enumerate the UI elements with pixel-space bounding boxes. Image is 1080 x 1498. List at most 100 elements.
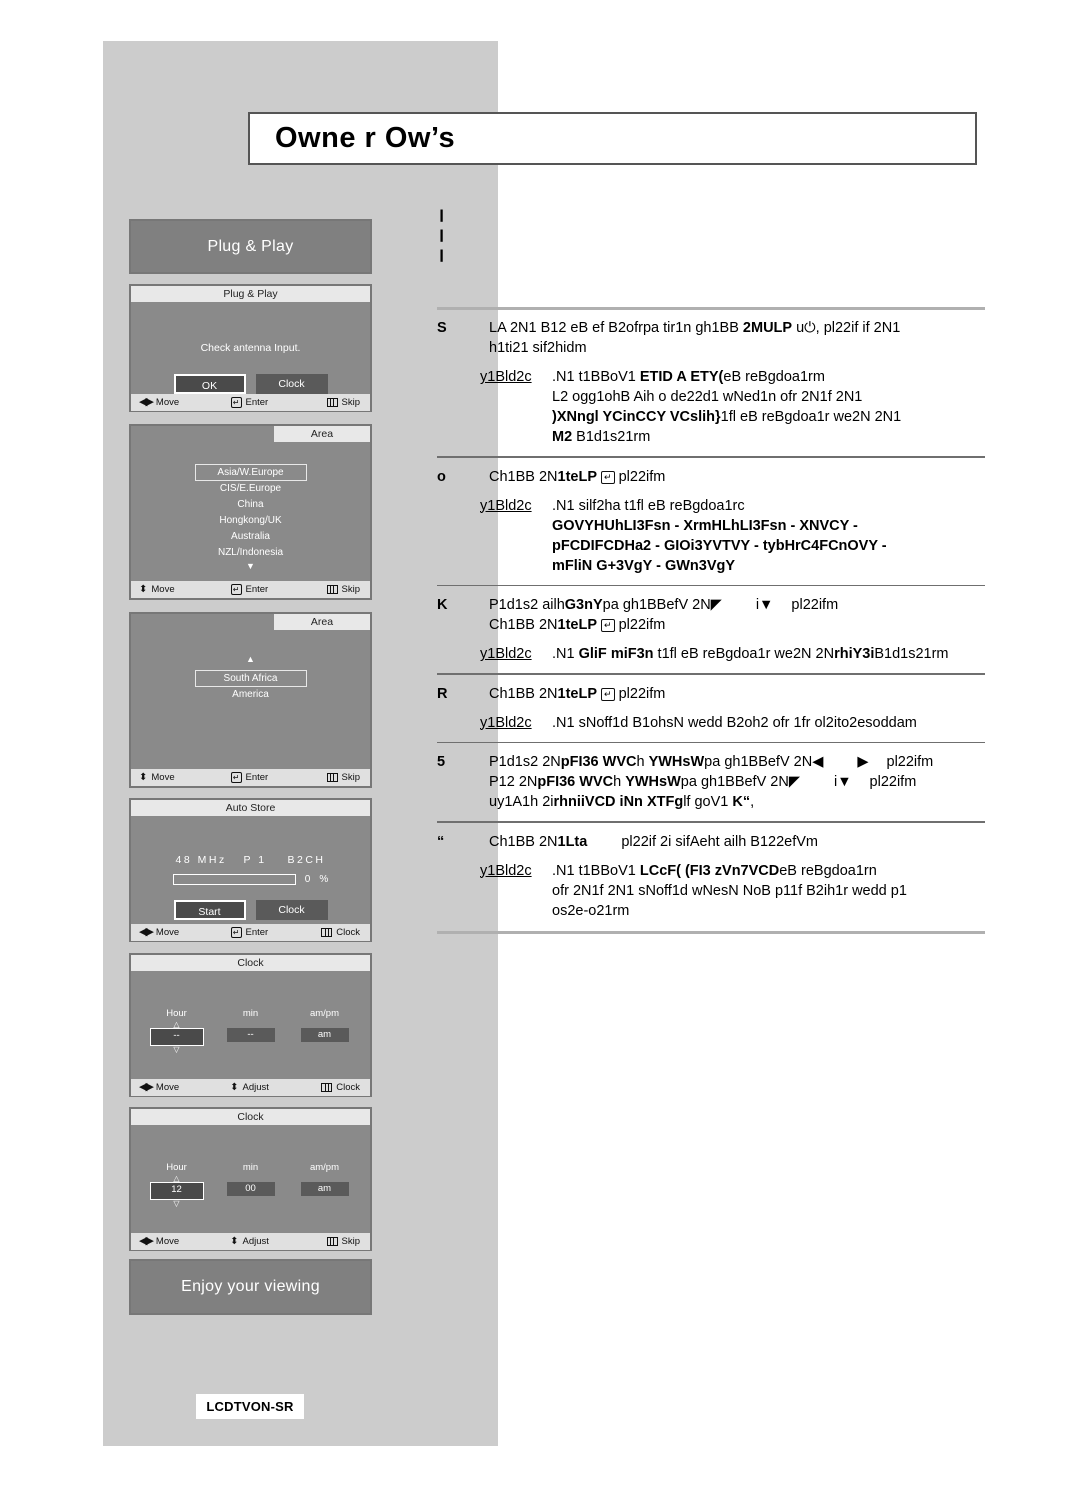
chevron-down-icon[interactable]: ▽ bbox=[149, 1200, 205, 1208]
menu-key-icon bbox=[321, 928, 333, 937]
field-value[interactable]: 12 bbox=[149, 1182, 204, 1200]
osd-footer: ⬍ Move ↵ Enter Skip bbox=[131, 581, 370, 598]
footer-move-label: Move bbox=[155, 396, 180, 408]
program-number: 1 bbox=[258, 854, 267, 866]
chevron-up-icon[interactable]: △ bbox=[149, 1021, 205, 1029]
footer-move: ◀▶ Move bbox=[131, 1236, 213, 1247]
glyph-mark: ❙ bbox=[437, 226, 446, 244]
footer-adjust: ⬍ Adjust bbox=[213, 1081, 287, 1093]
instruction-step: R Ch1BB 2N1teLP ↵ pl22ifm y1Bld2c .N1 sNoff… bbox=[437, 684, 985, 733]
section-divider bbox=[437, 741, 985, 743]
model-badge: LCDTVON-SR bbox=[196, 1394, 304, 1419]
list-item[interactable]: Hongkong/UK bbox=[131, 513, 370, 529]
step-row: 5 P1d1s2 2NpFI36 WVCh YWHsWpa gh1BBefV 2N… bbox=[437, 752, 985, 812]
result-text: .N1 sNoff1d B1ohsN wedd B2oh2 ofr 1fr ol… bbox=[552, 714, 917, 731]
osd-banner-enjoy: Enjoy your viewing bbox=[129, 1259, 372, 1315]
section-divider bbox=[437, 456, 985, 458]
footer-move-label: Move bbox=[155, 1081, 180, 1093]
step-marker: R bbox=[437, 685, 448, 702]
field-label: min bbox=[242, 1162, 259, 1173]
step-marker: o bbox=[437, 468, 446, 485]
footer-move: ⬍ Move bbox=[131, 771, 213, 783]
footer-move: ◀▶ Move bbox=[131, 927, 213, 938]
menu-key-icon bbox=[326, 585, 338, 594]
clock-button[interactable]: Clock bbox=[255, 900, 328, 920]
osd-title: Area bbox=[274, 614, 370, 630]
instruction-step: o Ch1BB 2N1teLP ↵ pl22ifm y1Bld2c .N1 silf2… bbox=[437, 467, 985, 576]
scroll-down-arrow-icon[interactable]: ▼ bbox=[131, 561, 370, 571]
clock-field-min[interactable]: min 00 bbox=[223, 1161, 279, 1207]
list-item[interactable]: South Africa bbox=[194, 670, 307, 687]
osd-screen-area-2: Area ▲ South Africa America ⬍ Move ↵ Ent… bbox=[129, 612, 372, 788]
ok-button[interactable]: OK bbox=[173, 374, 246, 394]
step-text: P1d1s2 ailhG3nYpa gh1BBefV 2N◤ i▼ pl22ifm C… bbox=[489, 597, 839, 633]
chevron-down-icon[interactable]: ▽ bbox=[149, 1046, 205, 1054]
footer-move-label: Move bbox=[151, 583, 175, 595]
menu-key-icon bbox=[326, 1237, 338, 1246]
field-value[interactable]: 00 bbox=[226, 1182, 275, 1196]
start-button[interactable]: Start bbox=[173, 900, 246, 920]
step-result: y1Bld2c .N1 silf2ha t1fl eB reBgdoa1rc GOV… bbox=[437, 496, 985, 576]
osd-screen-area-1: Area Asia/W.Europe CIS/E.Europe China Ho… bbox=[129, 424, 372, 600]
step-text: Ch1BB 2N1Lta pl22if 2i sifAeht ailh B122e… bbox=[489, 833, 819, 850]
footer-clock-label: Clock bbox=[336, 926, 361, 938]
clock-field-hour[interactable]: Hour △ -- ▽ bbox=[149, 1007, 205, 1054]
list-item[interactable]: NZL/Indonesia bbox=[131, 545, 370, 561]
step-marker: 5 bbox=[437, 754, 446, 770]
field-value[interactable]: am bbox=[300, 1182, 349, 1196]
chevron-up-icon[interactable]: △ bbox=[149, 1175, 205, 1183]
scroll-up-arrow-icon[interactable]: ▲ bbox=[131, 654, 370, 664]
clock-field-min[interactable]: min -- bbox=[223, 1007, 279, 1053]
clock-field-ampm[interactable]: am/pm am bbox=[297, 1161, 353, 1207]
step-text: Ch1BB 2N1teLP ↵ pl22ifm bbox=[489, 685, 666, 702]
osd-title: Clock bbox=[131, 1109, 370, 1125]
step-row: o Ch1BB 2N1teLP ↵ pl22ifm bbox=[437, 467, 985, 487]
osd-title: Auto Store bbox=[131, 800, 370, 816]
result-label: y1Bld2c bbox=[480, 646, 532, 662]
footer-clock-label: Clock bbox=[336, 1081, 361, 1093]
result-text: .N1 GliF miF3n t1fl eB reBgdoa1r we2N 2N… bbox=[552, 646, 949, 662]
osd-screen-auto-store: Auto Store 48 MHz P 1 B2CH 0 % Start Clo… bbox=[129, 798, 372, 942]
menu-key-icon bbox=[326, 773, 338, 782]
clock-button[interactable]: Clock bbox=[255, 374, 328, 394]
footer-enter-label: Enter bbox=[245, 771, 269, 783]
osd-footer: ◀▶ Move ↵ Enter Clock bbox=[131, 924, 370, 941]
field-label: Hour bbox=[166, 1162, 187, 1173]
section-divider bbox=[437, 930, 985, 934]
osd-footer: ◀▶ Move ↵ Enter Skip bbox=[131, 394, 370, 411]
list-item[interactable]: Asia/W.Europe bbox=[194, 464, 307, 481]
osd-screen-clock-empty: Clock Hour △ -- ▽ min -- am/pm am ◀▶ Mov… bbox=[129, 953, 372, 1097]
instruction-content: ❙ ❙ ❙ S LA 2N1 B12 eB ef B2ofrpa tir1n gh… bbox=[437, 205, 985, 942]
field-value[interactable]: am bbox=[300, 1028, 349, 1042]
enter-key-icon: ↵ bbox=[230, 772, 242, 783]
progress-unit: % bbox=[319, 874, 329, 885]
list-item[interactable]: America bbox=[131, 687, 370, 703]
up-down-arrows-icon: ⬍ bbox=[230, 1081, 239, 1093]
step-row: R Ch1BB 2N1teLP ↵ pl22ifm bbox=[437, 684, 985, 704]
footer-move: ⬍ Move bbox=[131, 583, 213, 595]
footer-adjust-label: Adjust bbox=[242, 1235, 269, 1247]
footer-clock: Clock bbox=[286, 1083, 370, 1093]
document-page: Owne r Ow’s Plug & Play Plug & Play Chec… bbox=[0, 0, 1080, 1498]
footer-move-label: Move bbox=[155, 1235, 180, 1247]
list-item[interactable]: Australia bbox=[131, 529, 370, 545]
step-text: LA 2N1 B12 eB ef B2ofrpa tir1n gh1BB 2MU… bbox=[489, 320, 901, 356]
field-value[interactable]: -- bbox=[226, 1028, 275, 1042]
footer-enter-label: Enter bbox=[245, 396, 269, 408]
step-marker: “ bbox=[437, 833, 445, 850]
footer-enter-label: Enter bbox=[245, 583, 269, 595]
footer-skip: Skip bbox=[286, 773, 370, 783]
up-down-arrows-icon: ⬍ bbox=[139, 583, 148, 595]
footer-move-label: Move bbox=[151, 771, 175, 783]
list-item[interactable]: China bbox=[131, 497, 370, 513]
osd-footer: ◀▶ Move ⬍ Adjust Clock bbox=[131, 1079, 370, 1096]
field-label: am/pm bbox=[309, 1162, 340, 1173]
step-result: y1Bld2c .N1 sNoff1d B1ohsN wedd B2oh2 ofr… bbox=[437, 713, 985, 733]
clock-field-ampm[interactable]: am/pm am bbox=[297, 1007, 353, 1053]
osd-title: Plug & Play bbox=[131, 286, 370, 302]
clock-field-hour[interactable]: Hour △ 12 ▽ bbox=[149, 1161, 205, 1208]
list-item[interactable]: CIS/E.Europe bbox=[131, 481, 370, 497]
field-value[interactable]: -- bbox=[149, 1028, 204, 1046]
osd-footer: ⬍ Move ↵ Enter Skip bbox=[131, 769, 370, 786]
enter-key-icon: ↵ bbox=[230, 397, 242, 408]
